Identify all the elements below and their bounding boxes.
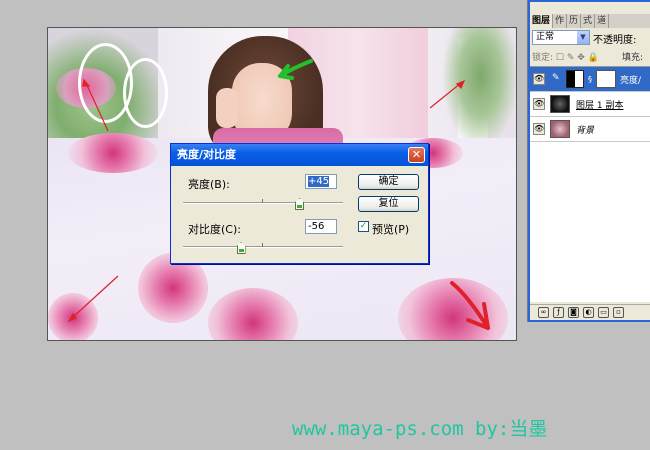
preview-checkbox[interactable]: ✓	[358, 221, 369, 232]
lock-all-icon[interactable]: 🔒	[588, 53, 599, 63]
panel-tabs: 图层 作 历 式 道	[530, 14, 650, 28]
brightness-contrast-dialog: 亮度/对比度 ✕ 亮度(B): +45 对比度(C): -56 确定 复位 ✓ …	[170, 143, 429, 264]
layer-name: 图层 1 副本	[576, 101, 624, 111]
lock-transparent-icon[interactable]: ☐	[556, 53, 564, 63]
fill-label: 填充:	[622, 53, 644, 63]
panel-bottom-toolbar: ∞ ƒ ◙ ◐ ▭ ▫	[530, 304, 650, 320]
brightness-slider-track[interactable]	[183, 202, 343, 204]
brightness-input[interactable]: +45	[305, 174, 337, 189]
brightness-label: 亮度(B):	[188, 178, 230, 191]
add-mask-icon[interactable]: ◙	[568, 307, 579, 318]
contrast-slider-track[interactable]	[183, 246, 343, 248]
new-layer-icon[interactable]: ▫	[613, 307, 624, 318]
tab-actions[interactable]: 作	[553, 14, 568, 28]
tab-layers[interactable]: 图层	[530, 14, 554, 28]
ok-button[interactable]: 确定	[358, 174, 419, 190]
annotation-arrowhead	[82, 78, 91, 87]
annotation-arrow	[429, 82, 462, 109]
layer-row[interactable]: 👁 ✎ § 亮度/	[530, 67, 650, 92]
red-handdrawn-arrow	[450, 281, 490, 330]
brightness-slider-thumb[interactable]	[295, 198, 304, 210]
green-handdrawn-arrow	[278, 59, 313, 80]
lock-label: 锁定:	[532, 53, 554, 63]
contrast-input[interactable]: -56	[305, 219, 337, 234]
contrast-label: 对比度(C):	[188, 223, 241, 236]
eye-icon[interactable]: 👁	[533, 98, 545, 110]
link-icon: §	[588, 75, 592, 84]
layer-name: 背景	[576, 126, 595, 136]
lock-row: 锁定: ☐ ✎ ✥ 🔒	[532, 50, 599, 63]
adjustment-icon	[566, 70, 584, 88]
layer-name: 亮度/	[620, 76, 642, 86]
tab-channels[interactable]: 道	[595, 14, 610, 28]
layer-thumbnail	[550, 120, 570, 138]
link-layers-icon[interactable]: ∞	[538, 307, 549, 318]
opacity-label: 不透明度:	[593, 35, 637, 46]
annotation-arrow	[85, 82, 109, 132]
tab-styles[interactable]: 式	[581, 14, 596, 28]
brush-icon: ✎	[552, 73, 560, 83]
brightness-slider-center-tick	[262, 199, 263, 203]
dialog-titlebar[interactable]: 亮度/对比度 ✕	[171, 144, 428, 166]
annotation-arrow	[71, 275, 119, 319]
layer-thumbnail	[550, 95, 570, 113]
layer-row[interactable]: 👁 图层 1 副本	[530, 92, 650, 117]
brightness-value: +45	[308, 176, 330, 187]
eye-icon[interactable]: 👁	[533, 73, 545, 85]
checkmark-icon: ✓	[359, 221, 368, 231]
blend-mode-select[interactable]: 正常 ▼	[532, 30, 590, 45]
preview-label: 预览(P)	[372, 223, 410, 236]
layers-list: 👁 ✎ § 亮度/ 👁 图层 1 副本 👁 背景	[530, 66, 650, 302]
reset-button[interactable]: 复位	[358, 196, 419, 212]
contrast-value: -56	[308, 221, 325, 232]
layers-panel: 图层 作 历 式 道 正常 ▼ 不透明度: 锁定: ☐ ✎ ✥ 🔒 填充: 👁 …	[527, 0, 650, 322]
close-button[interactable]: ✕	[408, 147, 425, 163]
layer-row[interactable]: 👁 背景	[530, 117, 650, 142]
lock-move-icon[interactable]: ✥	[577, 53, 585, 63]
close-icon: ✕	[411, 148, 422, 161]
chevron-down-icon: ▼	[577, 31, 589, 44]
new-group-icon[interactable]: ▭	[598, 307, 609, 318]
contrast-slider-center-tick	[262, 243, 263, 247]
layer-style-icon[interactable]: ƒ	[553, 307, 564, 318]
blend-mode-value: 正常	[536, 32, 555, 42]
annotation-arrowhead	[455, 79, 466, 90]
contrast-slider-thumb[interactable]	[236, 242, 246, 254]
dialog-title: 亮度/对比度	[177, 148, 237, 161]
layer-mask-thumbnail[interactable]	[596, 70, 616, 88]
lock-paint-icon[interactable]: ✎	[567, 53, 575, 63]
watermark-text: www.maya-ps.com by:当墨	[292, 418, 548, 440]
new-adjustment-icon[interactable]: ◐	[583, 307, 594, 318]
tab-history[interactable]: 历	[567, 14, 582, 28]
eye-icon[interactable]: 👁	[533, 123, 545, 135]
